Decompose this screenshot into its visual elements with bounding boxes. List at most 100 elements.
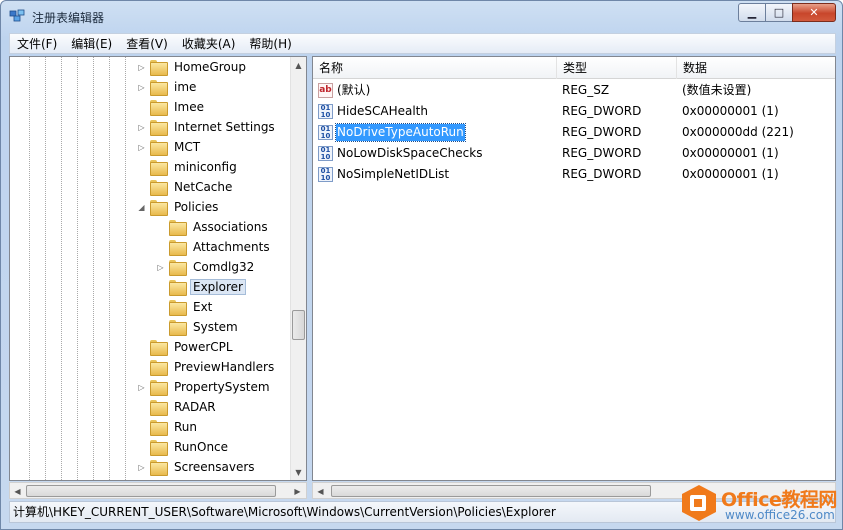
tree-item-label: ime — [174, 80, 197, 94]
expand-arrow-icon[interactable]: ▷ — [137, 383, 146, 392]
tree-item-internet-settings[interactable]: ▷ Internet Settings — [137, 117, 278, 137]
tree-item-miniconfig[interactable]: miniconfig — [137, 157, 240, 177]
registry-editor-window: 注册表编辑器 ▁ □ ✕ 文件(F) 编辑(E) 查看(V) 收藏夹(A) 帮助… — [0, 0, 843, 530]
value-row[interactable]: 01 10 NoSimpleNetIDList REG_DWORD 0x00000001… — [313, 164, 835, 185]
tree-item-runonce[interactable]: RunOnce — [137, 437, 231, 457]
registry-editor-icon — [9, 9, 25, 22]
tree-item-screensavers[interactable]: ▷ Screensavers — [137, 457, 258, 477]
column-header-name[interactable]: 名称 — [313, 57, 557, 79]
tree-item-label: Attachments — [193, 240, 270, 254]
no-expander — [137, 183, 146, 192]
maximize-button[interactable]: □ — [765, 3, 793, 22]
tree-guide-line — [61, 57, 62, 480]
menu-help[interactable]: 帮助(H) — [242, 35, 298, 52]
menu-favorites[interactable]: 收藏夹(A) — [175, 35, 243, 52]
folder-icon — [150, 340, 168, 356]
close-button[interactable]: ✕ — [792, 3, 836, 22]
watermark-url: www.office26.com — [725, 508, 835, 522]
folder-icon — [169, 320, 187, 336]
tree-item-imee[interactable]: Imee — [137, 97, 207, 117]
minimize-button[interactable]: ▁ — [738, 3, 766, 22]
tree-item-system[interactable]: System — [156, 317, 241, 337]
folder-icon — [169, 240, 187, 256]
tree-guide-line — [77, 57, 78, 480]
value-data: 0x00000001 (1) — [682, 146, 779, 160]
tree-item-run[interactable]: Run — [137, 417, 200, 437]
value-type: REG_DWORD — [562, 167, 642, 181]
tree-item-label: Screensavers — [174, 460, 255, 474]
menu-file[interactable]: 文件(F) — [10, 35, 64, 52]
value-type: REG_DWORD — [562, 104, 642, 118]
tree-item-previewhandlers[interactable]: PreviewHandlers — [137, 357, 277, 377]
tree-item-attachments[interactable]: Attachments — [156, 237, 273, 257]
value-row[interactable]: 01 10 NoLowDiskSpaceChecks REG_DWORD 0x00000… — [313, 143, 835, 164]
tree-item-mct[interactable]: ▷ MCT — [137, 137, 203, 157]
value-data: 0x00000001 (1) — [682, 167, 779, 181]
scroll-down-button[interactable]: ▼ — [291, 464, 306, 480]
tree-horizontal-scrollbar[interactable]: ◀ ▶ — [9, 482, 307, 499]
folder-icon — [169, 260, 187, 276]
value-row[interactable]: 01 10 HideSCAHealth REG_DWORD 0x00000001 (1) — [313, 101, 835, 122]
scroll-left-button[interactable]: ◀ — [10, 483, 25, 499]
tree-scroll-thumb[interactable] — [292, 310, 305, 340]
tree-item-radar[interactable]: RADAR — [137, 397, 219, 417]
no-expander — [156, 323, 165, 332]
column-header-data[interactable]: 数据 — [677, 57, 835, 79]
tree-item-propertysystem[interactable]: ▷ PropertySystem — [137, 377, 273, 397]
tree-item-comdlg32[interactable]: ▷ Comdlg32 — [156, 257, 257, 277]
folder-icon — [150, 180, 168, 196]
value-name-cell: 01 10 NoLowDiskSpaceChecks — [313, 143, 557, 164]
tree-item-label: NetCache — [174, 180, 233, 194]
expand-arrow-icon[interactable]: ▷ — [137, 143, 146, 152]
tree-item-ext[interactable]: Ext — [156, 297, 215, 317]
expand-arrow-icon[interactable]: ▷ — [137, 123, 146, 132]
tree-item-label: PreviewHandlers — [174, 360, 275, 374]
tree-item-netcache[interactable]: NetCache — [137, 177, 235, 197]
tree-item-label: PowerCPL — [174, 340, 233, 354]
tree-item-label: miniconfig — [174, 160, 237, 174]
folder-icon — [150, 200, 168, 216]
folder-icon — [150, 360, 168, 376]
value-row[interactable]: 01 10 NoDriveTypeAutoRun REG_DWORD 0x000000d… — [313, 122, 835, 143]
folder-icon — [150, 380, 168, 396]
tree-item-label: Policies — [174, 200, 219, 214]
tree-item-homegroup[interactable]: ▷ HomeGroup — [137, 57, 249, 77]
folder-icon — [150, 420, 168, 436]
tree-item-label: Imee — [174, 100, 204, 114]
expand-arrow-icon[interactable]: ▷ — [137, 63, 146, 72]
menu-edit[interactable]: 编辑(E) — [64, 35, 119, 52]
value-name: NoDriveTypeAutoRun — [335, 123, 466, 142]
expand-arrow-icon[interactable]: ▷ — [137, 463, 146, 472]
collapse-arrow-icon[interactable]: ◢ — [137, 203, 146, 212]
tree-hscroll-thumb[interactable] — [26, 485, 276, 497]
folder-icon — [169, 300, 187, 316]
tree-item-associations[interactable]: Associations — [156, 217, 271, 237]
value-type: REG_DWORD — [562, 125, 642, 139]
value-name: NoLowDiskSpaceChecks — [337, 146, 483, 160]
column-header-type[interactable]: 类型 — [557, 57, 677, 79]
tree-item-policies[interactable]: ◢ Policies — [137, 197, 221, 217]
title-bar[interactable]: 注册表编辑器 ▁ □ ✕ — [1, 1, 842, 31]
no-expander — [137, 343, 146, 352]
value-row[interactable]: ab (默认) REG_SZ (数值未设置) — [313, 80, 835, 101]
tree-item-label: Associations — [193, 220, 268, 234]
value-name-cell: 01 10 HideSCAHealth — [313, 101, 557, 122]
registry-values-list[interactable]: 名称 类型 数据 ab (默认) REG_SZ (数值未设置) 01 10 HideSCAH… — [312, 56, 836, 481]
tree-vertical-scrollbar[interactable]: ▲ ▼ — [290, 57, 306, 480]
office26-watermark: Office教程网 www.office26.com — [677, 481, 837, 529]
tree-item-ime[interactable]: ▷ ime — [137, 77, 199, 97]
scroll-right-button[interactable]: ▶ — [290, 483, 305, 499]
registry-key-tree[interactable]: ▷ HomeGroup ▷ ime Imee ▷ Internet Settings ▷ MCT… — [9, 56, 307, 481]
expand-arrow-icon[interactable]: ▷ — [137, 83, 146, 92]
tree-item-powercpl[interactable]: PowerCPL — [137, 337, 236, 357]
no-expander — [137, 103, 146, 112]
tree-item-label: Internet Settings — [174, 120, 275, 134]
expand-arrow-icon[interactable]: ▷ — [156, 263, 165, 272]
scroll-up-button[interactable]: ▲ — [291, 57, 306, 73]
folder-icon — [150, 100, 168, 116]
scroll-left-button[interactable]: ◀ — [313, 483, 328, 499]
office-logo-icon — [682, 485, 716, 521]
list-hscroll-thumb[interactable] — [331, 485, 651, 497]
menu-view[interactable]: 查看(V) — [119, 35, 175, 52]
tree-item-explorer[interactable]: Explorer — [156, 277, 246, 297]
